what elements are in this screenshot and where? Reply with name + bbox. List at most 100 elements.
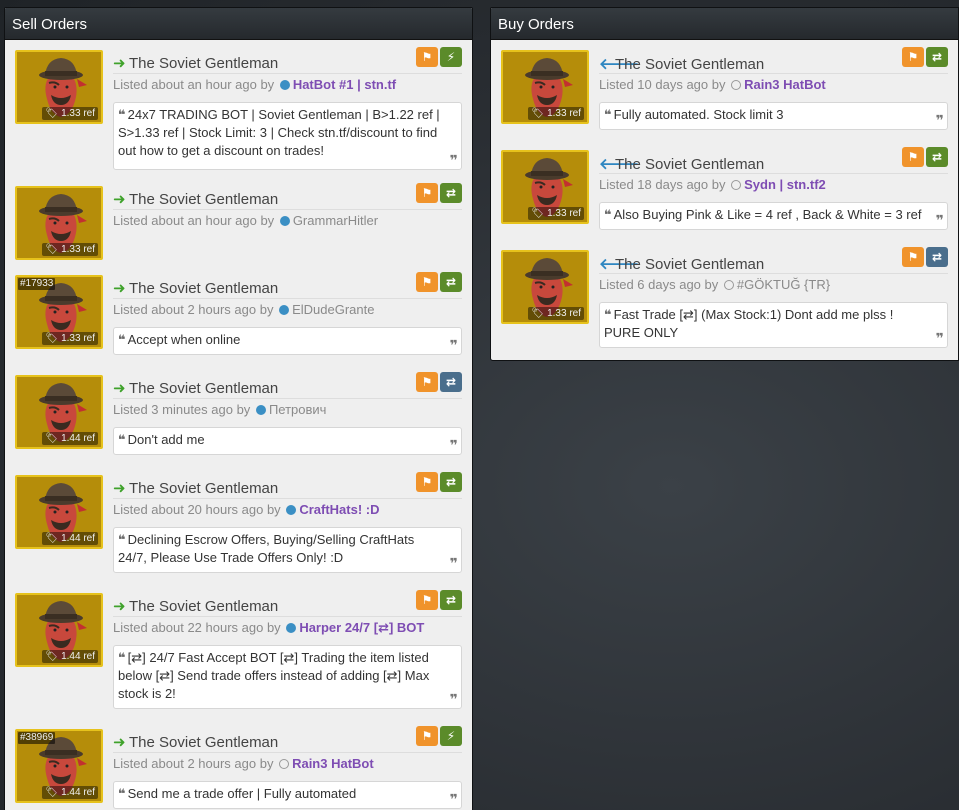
- price-tag-icon: 🏷: [45, 433, 59, 444]
- quote-open-icon: ❝: [118, 786, 126, 801]
- item-name: The Soviet Gentleman: [129, 55, 279, 72]
- listed-time: Listed about an hour ago by: [113, 213, 275, 228]
- report-flag-button[interactable]: ⚑: [416, 183, 438, 203]
- item-image[interactable]: 🏷 1.44 ref: [15, 375, 103, 449]
- price-label: 1.33 ref: [547, 308, 581, 319]
- price-tag: 🏷 1.33 ref: [528, 207, 584, 220]
- listed-time: Listed 18 days ago by: [599, 177, 726, 192]
- quote-open-icon: ❝: [118, 432, 126, 447]
- item-image[interactable]: #38969 🏷 1.44 ref: [15, 729, 103, 803]
- flag-icon: ⚑: [421, 593, 433, 607]
- listing-comment: ❝ Don't add me ❞: [113, 427, 462, 455]
- user-link[interactable]: Rain3 HatBot: [292, 756, 374, 771]
- report-flag-button[interactable]: ⚑: [416, 372, 438, 392]
- trade-offer-button[interactable]: ⇄: [440, 183, 462, 203]
- item-image[interactable]: #17933 🏷 1.33 ref: [15, 275, 103, 349]
- report-flag-button[interactable]: ⚑: [416, 726, 438, 746]
- listing-comment: ❝ Send me a trade offer | Fully automated…: [113, 781, 462, 809]
- user-link[interactable]: Петрович: [269, 402, 327, 417]
- comment-text: Fully automated. Stock limit 3: [613, 107, 784, 122]
- user-link[interactable]: ElDudeGrante: [292, 302, 374, 317]
- item-image[interactable]: 🏷 1.44 ref: [15, 593, 103, 667]
- trade-offer-button[interactable]: ⇄: [926, 247, 948, 267]
- trade-offer-button[interactable]: ⇄: [440, 472, 462, 492]
- user-link[interactable]: HatBot #1 | stn.tf: [293, 77, 396, 92]
- trade-offer-button[interactable]: ⇄: [926, 147, 948, 167]
- price-tag-icon: 🏷: [45, 533, 59, 544]
- instant-trade-button[interactable]: ⚡: [440, 47, 462, 67]
- quote-open-icon: ❝: [118, 532, 126, 547]
- item-title[interactable]: ➜ The Soviet Gentleman: [113, 279, 278, 297]
- item-title[interactable]: 🡐The Soviet Gentleman: [599, 254, 764, 273]
- trade-offer-button[interactable]: ⇄: [440, 272, 462, 292]
- report-flag-button[interactable]: ⚑: [416, 590, 438, 610]
- sell-orders-header: Sell Orders: [5, 8, 472, 40]
- item-title[interactable]: ➜ The Soviet Gentleman: [113, 479, 278, 497]
- listing-actions: ⚑ ⇄: [900, 47, 948, 67]
- item-title[interactable]: ➜ The Soviet Gentleman: [113, 379, 278, 397]
- listing-title-row: ➜ The Soviet Gentleman ⚑ ⚡: [113, 47, 462, 74]
- price-tag: 🏷 1.33 ref: [528, 307, 584, 320]
- listing-comment: ❝ Accept when online ❞: [113, 327, 462, 355]
- user-link[interactable]: CraftHats! :D: [299, 502, 379, 517]
- item-image[interactable]: 🏷 1.33 ref: [501, 250, 589, 324]
- user-link[interactable]: #GÖKTUĞ {TR}: [737, 277, 830, 292]
- price-tag: 🏷 1.33 ref: [528, 107, 584, 120]
- item-name: The Soviet Gentleman: [129, 280, 279, 297]
- listing-comment: ❝ [⇄] 24/7 Fast Accept BOT [⇄] Trading th…: [113, 645, 462, 709]
- exchange-icon: ⇄: [931, 150, 943, 164]
- item-title[interactable]: ➜ The Soviet Gentleman: [113, 190, 278, 208]
- item-image[interactable]: 🏷 1.33 ref: [15, 186, 103, 260]
- comment-text: Declining Escrow Offers, Buying/Selling …: [118, 532, 415, 565]
- item-title[interactable]: ➜ The Soviet Gentleman: [113, 733, 278, 751]
- trade-offer-button[interactable]: ⇄: [440, 372, 462, 392]
- item-title[interactable]: 🡐The Soviet Gentleman: [599, 154, 764, 173]
- listing-comment: ❝ Fast Trade [⇄] (Max Stock:1) Dont add m…: [599, 302, 948, 348]
- item-image[interactable]: 🏷 1.33 ref: [15, 50, 103, 124]
- user-link[interactable]: Rain3 HatBot: [744, 77, 826, 92]
- item-name: The Soviet Gentleman: [129, 191, 279, 208]
- online-status-icon: [279, 80, 290, 90]
- user-link[interactable]: Harper 24/7 [⇄] BOT: [299, 620, 424, 635]
- price-label: 1.44 ref: [61, 651, 95, 662]
- trade-offer-button[interactable]: ⇄: [440, 590, 462, 610]
- flag-icon: ⚑: [421, 186, 433, 200]
- user-link[interactable]: Sydn | stn.tf2: [744, 177, 826, 192]
- price-label: 1.44 ref: [61, 787, 95, 798]
- report-flag-button[interactable]: ⚑: [902, 247, 924, 267]
- quote-close-icon: ❞: [449, 152, 458, 168]
- report-flag-button[interactable]: ⚑: [902, 47, 924, 67]
- item-image[interactable]: 🏷 1.33 ref: [501, 150, 589, 224]
- listed-time: Listed about an hour ago by: [113, 77, 275, 92]
- item-title[interactable]: 🡐The Soviet Gentleman: [599, 54, 764, 73]
- listing-actions: ⚑ ⇄: [414, 472, 462, 492]
- user-link[interactable]: GrammarHitler: [293, 213, 378, 228]
- listing-meta: Listed about 2 hours ago by ElDudeGrante: [113, 302, 374, 317]
- item-image[interactable]: 🏷 1.44 ref: [15, 475, 103, 549]
- quote-open-icon: ❝: [118, 650, 126, 665]
- report-flag-button[interactable]: ⚑: [416, 272, 438, 292]
- trade-offer-button[interactable]: ⇄: [926, 47, 948, 67]
- comment-text: 24x7 TRADING BOT | Soviet Gentleman | B>…: [118, 107, 440, 158]
- listed-time: Listed about 2 hours ago by: [113, 756, 274, 771]
- comment-text: Send me a trade offer | Fully automated: [127, 786, 357, 801]
- item-title[interactable]: ➜ The Soviet Gentleman: [113, 597, 278, 615]
- flag-icon: ⚑: [907, 250, 919, 264]
- report-flag-button[interactable]: ⚑: [902, 147, 924, 167]
- instant-trade-button[interactable]: ⚡: [440, 726, 462, 746]
- quote-close-icon: ❞: [449, 337, 458, 353]
- quote-open-icon: ❝: [604, 107, 612, 122]
- listed-time: Listed 10 days ago by: [599, 77, 726, 92]
- report-flag-button[interactable]: ⚑: [416, 47, 438, 67]
- item-title[interactable]: ➜ The Soviet Gentleman: [113, 54, 278, 72]
- online-status-icon: [279, 305, 290, 315]
- listing-meta: Listed about 2 hours ago by Rain3 HatBot: [113, 756, 374, 771]
- report-flag-button[interactable]: ⚑: [416, 472, 438, 492]
- listing-meta: Listed about 20 hours ago by CraftHats! …: [113, 502, 379, 517]
- flag-icon: ⚑: [421, 375, 433, 389]
- price-tag: 🏷 1.44 ref: [42, 532, 98, 545]
- price-label: 1.44 ref: [61, 433, 95, 444]
- sell-orders-panel: Sell Orders 🏷 1.33 ref ➜ The Soviet Gentlem…: [4, 7, 473, 810]
- offline-status-icon: [731, 80, 742, 90]
- item-image[interactable]: 🏷 1.33 ref: [501, 50, 589, 124]
